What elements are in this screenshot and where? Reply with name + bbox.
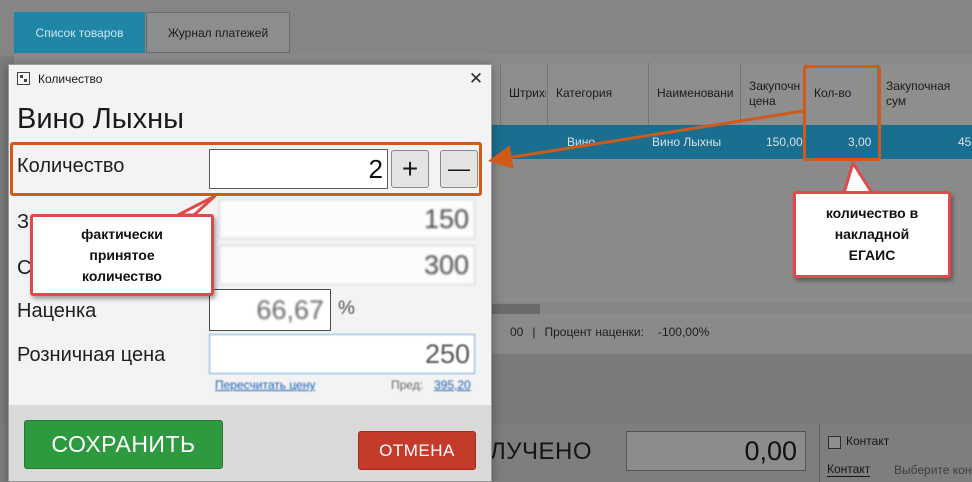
tab-payments-journal[interactable]: Журнал платежей xyxy=(146,12,290,53)
sum-field[interactable]: 300 xyxy=(219,245,475,285)
purchase-price-label: З xyxy=(17,211,30,233)
tab-products-list[interactable]: Список товаров xyxy=(14,12,145,53)
column-header-purchase-price[interactable]: Закупочн цена xyxy=(740,63,800,124)
dialog-titlebar: Количество ✕ xyxy=(9,65,491,93)
row-name: Вино Лыхны xyxy=(652,135,722,149)
table-row[interactable]: Вино Вино Лыхны 150,00 3,00 45 xyxy=(490,125,972,159)
markup-label: Наценка xyxy=(17,300,97,322)
previous-price-link[interactable]: 395,20 xyxy=(434,378,471,392)
products-grid-header: Штрихк Категория Наименовани Закупочн це… xyxy=(490,63,972,124)
retail-price-field[interactable]: 250 xyxy=(209,334,475,374)
dialog-title: Количество xyxy=(38,72,103,86)
tab-bar: Список товаров Журнал платежей xyxy=(0,0,972,56)
row-purchase-price: 150,00 xyxy=(766,135,803,149)
received-label: ЛУЧЕНО xyxy=(490,438,592,465)
recalculate-price-link[interactable]: Пересчитать цену xyxy=(215,378,315,392)
retail-price-label: Розничная цена xyxy=(17,344,166,366)
egais-quantity-highlight-frame xyxy=(803,65,881,161)
row-purchase-sum: 45 xyxy=(958,135,972,149)
cancel-button[interactable]: ОТМЕНА xyxy=(358,431,476,470)
callout-actual-quantity: фактически принятое количество xyxy=(30,214,214,296)
received-amount-field[interactable]: 0,00 xyxy=(626,431,806,471)
status-markup-value: -100,00% xyxy=(657,325,710,339)
column-header-purchase-sum[interactable]: Закупочная сум xyxy=(877,63,972,124)
app-icon xyxy=(17,72,30,85)
status-separator: | xyxy=(532,325,536,339)
purchase-price-field[interactable]: 150 xyxy=(219,199,475,239)
contact-checkbox-label: Контакт xyxy=(846,434,890,448)
lower-panel xyxy=(490,362,972,424)
markup-percent-sign: % xyxy=(338,298,355,319)
callout-egais-quantity: количество в накладной ЕГАИС xyxy=(793,191,951,278)
status-sum-tail: 00 xyxy=(510,325,524,339)
close-icon[interactable]: ✕ xyxy=(464,67,488,91)
markup-field[interactable]: 66,67 xyxy=(209,289,331,331)
markup-value: 66,67 xyxy=(256,294,324,325)
column-header-category[interactable]: Категория xyxy=(547,63,647,124)
status-markup-label: Процент наценки: xyxy=(544,325,644,339)
contact-hint: Выберите конт xyxy=(894,463,972,477)
previous-price-label: Пред: xyxy=(391,378,424,392)
column-header-name[interactable]: Наименовани xyxy=(648,63,740,124)
contact-checkbox[interactable] xyxy=(828,436,841,449)
save-button[interactable]: СОХРАНИТЬ xyxy=(24,420,223,469)
tab-contact[interactable]: Контакт xyxy=(827,462,871,477)
grid-horizontal-scrollbar[interactable] xyxy=(490,302,972,314)
scrollbar-thumb[interactable] xyxy=(490,304,540,314)
product-name: Вино Лыхны xyxy=(17,103,184,135)
quantity-highlight-frame xyxy=(10,142,482,196)
contact-panel: Контакт Контакт Выберите конт xyxy=(819,424,972,482)
column-header-barcode[interactable]: Штрихк xyxy=(500,63,546,124)
row-category: Вино xyxy=(567,135,596,149)
grid-status-bar: 00 | Процент наценки: -100,00% xyxy=(490,318,972,346)
